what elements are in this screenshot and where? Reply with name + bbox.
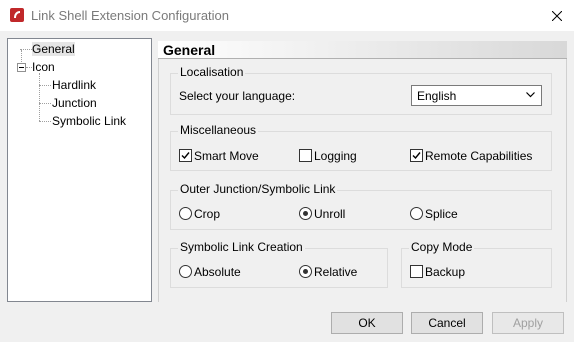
copy-mode-group: Copy Mode <box>401 240 552 288</box>
language-label: Select your language: <box>179 89 296 103</box>
crop-radio[interactable] <box>179 207 192 220</box>
chevron-down-icon <box>526 92 535 98</box>
splice-radio[interactable] <box>410 207 423 220</box>
unroll-radio[interactable] <box>299 207 312 220</box>
smart-move-checkbox[interactable] <box>179 149 192 162</box>
tree-item-icon[interactable]: Icon <box>32 60 55 74</box>
tree-item-label: General <box>32 42 75 56</box>
tree-item-symbolic-link[interactable]: Symbolic Link <box>52 114 126 128</box>
relative-label[interactable]: Relative <box>314 265 357 279</box>
tree-item-hardlink[interactable]: Hardlink <box>52 78 96 92</box>
panel-title: General <box>163 42 216 58</box>
tree-collapse-toggle[interactable] <box>17 63 26 72</box>
logging-label[interactable]: Logging <box>314 149 357 163</box>
absolute-radio[interactable] <box>179 265 192 278</box>
language-value: English <box>417 89 457 103</box>
tree-item-label: Symbolic Link <box>52 114 127 128</box>
crop-label[interactable]: Crop <box>194 207 220 221</box>
tree-connector <box>39 85 51 86</box>
ok-button[interactable]: OK <box>331 312 403 334</box>
backup-label[interactable]: Backup <box>425 265 465 279</box>
settings-tree: General Icon Hardlink Junction Symbolic … <box>7 38 152 302</box>
localisation-legend: Localisation <box>178 65 246 79</box>
relative-radio[interactable] <box>299 265 312 278</box>
window-title: Link Shell Extension Configuration <box>31 8 230 23</box>
app-icon <box>10 8 24 22</box>
language-select[interactable]: English <box>411 85 542 106</box>
tree-item-junction[interactable]: Junction <box>52 96 97 110</box>
unroll-label[interactable]: Unroll <box>314 207 345 221</box>
tree-item-label: Junction <box>52 96 97 110</box>
remote-capabilities-label[interactable]: Remote Capabilities <box>425 149 532 163</box>
outer-junction-group: Outer Junction/Symbolic Link <box>170 182 552 230</box>
backup-checkbox[interactable] <box>410 265 423 278</box>
symlink-creation-legend: Symbolic Link Creation <box>178 240 305 254</box>
tree-connector <box>39 121 51 122</box>
outer-junction-legend: Outer Junction/Symbolic Link <box>178 182 338 196</box>
close-icon <box>552 11 562 21</box>
tree-connector <box>39 73 40 121</box>
tree-connector <box>39 103 51 104</box>
copy-mode-legend: Copy Mode <box>409 240 475 254</box>
checkmark-icon <box>412 152 421 160</box>
panel-header: General <box>158 41 567 59</box>
tree-item-general[interactable]: General <box>32 42 75 56</box>
remote-capabilities-checkbox[interactable] <box>410 149 423 162</box>
apply-button[interactable]: Apply <box>492 312 564 334</box>
logging-checkbox[interactable] <box>299 149 312 162</box>
miscellaneous-legend: Miscellaneous <box>178 123 259 137</box>
tree-item-label: Icon <box>32 60 55 74</box>
title-bar: Link Shell Extension Configuration <box>0 0 574 31</box>
checkmark-icon <box>181 152 190 160</box>
tree-item-label: Hardlink <box>52 78 97 92</box>
close-button[interactable] <box>540 3 574 29</box>
cancel-button[interactable]: Cancel <box>411 312 483 334</box>
absolute-label[interactable]: Absolute <box>194 265 241 279</box>
splice-label[interactable]: Splice <box>425 207 458 221</box>
smart-move-label[interactable]: Smart Move <box>194 149 259 163</box>
